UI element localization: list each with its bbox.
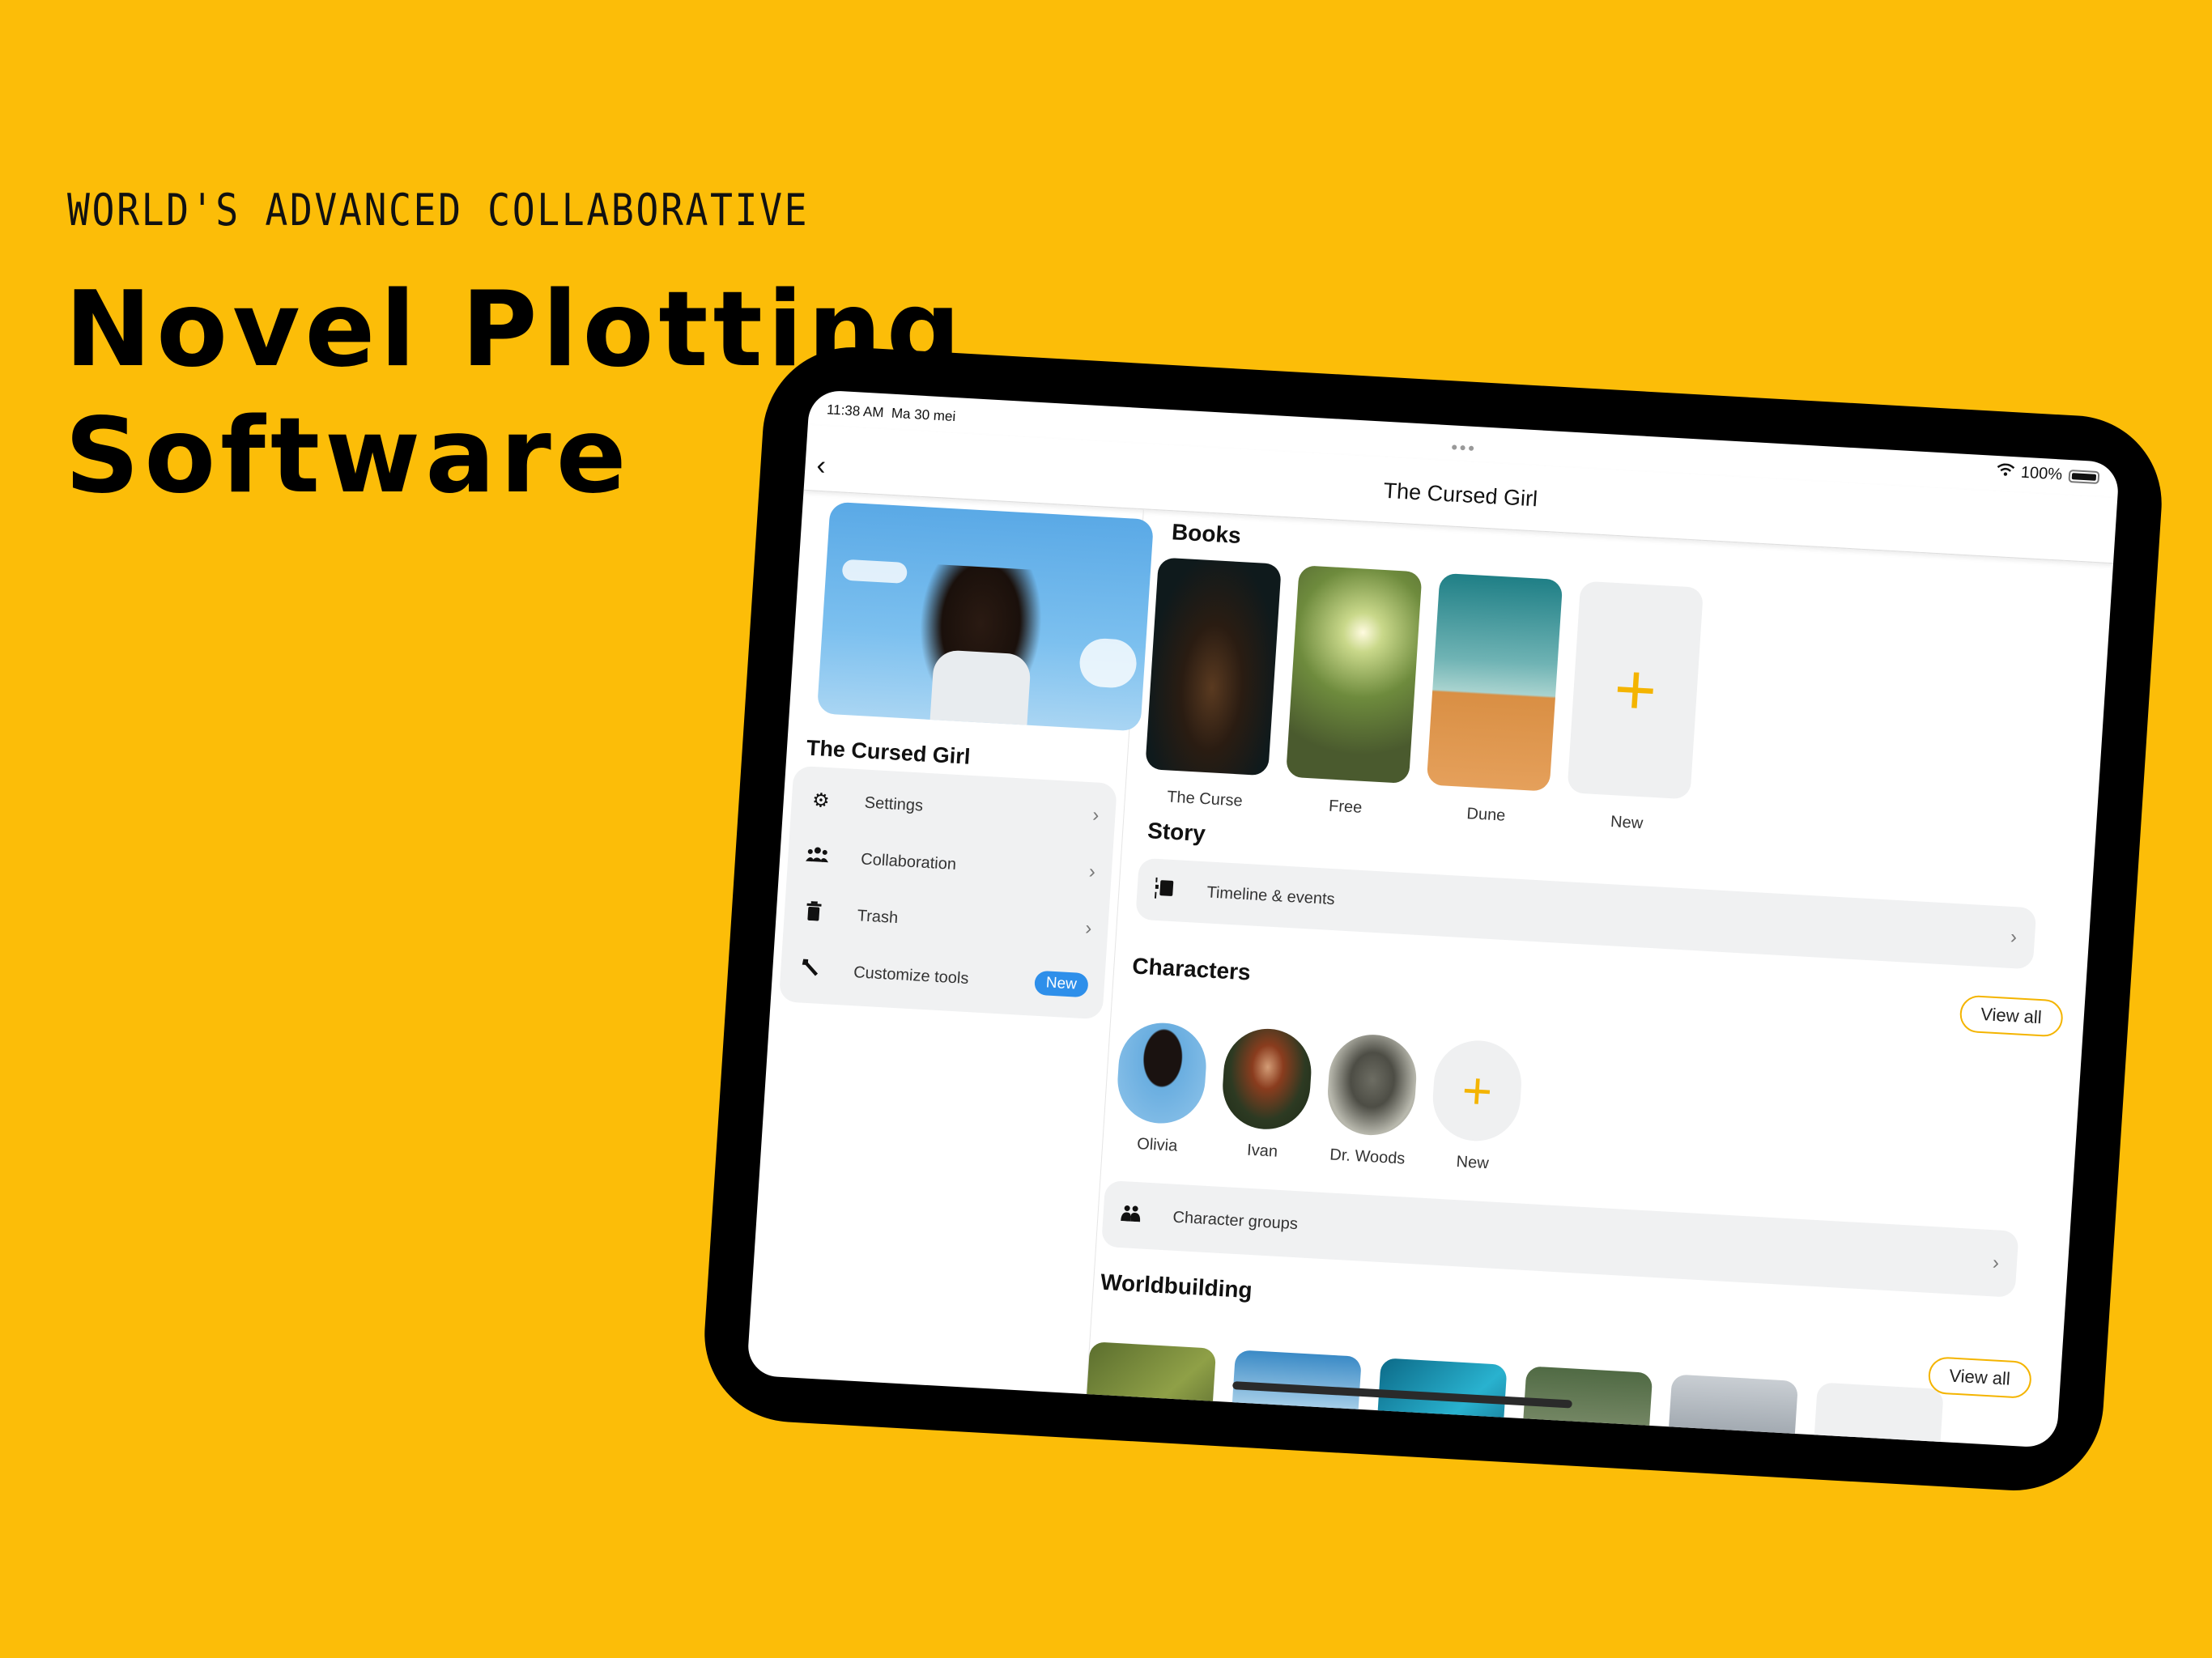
world-item[interactable] bbox=[1082, 1341, 1217, 1448]
books-title: Books bbox=[1171, 519, 1242, 548]
portrait-dress bbox=[929, 649, 1032, 732]
chevron-right-icon: › bbox=[2010, 925, 2018, 949]
chevron-right-icon: › bbox=[1084, 917, 1093, 940]
worldbuilding-title: Worldbuilding bbox=[1100, 1269, 1253, 1303]
time-text: 11:38 AM bbox=[826, 402, 885, 421]
world-item[interactable] bbox=[1227, 1350, 1362, 1448]
characters-list: Olivia Ivan Dr. Woods + New bbox=[1112, 1020, 1525, 1175]
world-item[interactable] bbox=[1663, 1374, 1799, 1448]
characters-view-all-button[interactable]: View all bbox=[1958, 994, 2065, 1038]
new-character-button[interactable]: + New bbox=[1427, 1038, 1525, 1175]
book-label: New bbox=[1610, 813, 1644, 833]
character-item[interactable]: Olivia bbox=[1112, 1020, 1210, 1158]
battery-icon bbox=[2068, 469, 2100, 484]
characters-title: Characters bbox=[1131, 953, 1252, 985]
sidebar: The Cursed Girl ⚙ Settings › Collaborati… bbox=[746, 490, 1155, 1395]
book-cover bbox=[1145, 557, 1282, 776]
new-badge: New bbox=[1033, 970, 1089, 998]
cloud-shape bbox=[1078, 637, 1138, 689]
book-cover bbox=[1285, 565, 1423, 784]
character-item[interactable]: Ivan bbox=[1217, 1026, 1314, 1163]
people-icon bbox=[804, 845, 832, 869]
chevron-right-icon: › bbox=[1992, 1252, 2000, 1274]
book-label: The Curse bbox=[1166, 788, 1244, 810]
character-name: Dr. Woods bbox=[1329, 1146, 1406, 1168]
sidebar-menu: ⚙ Settings › Collaboration › Trash › Cus… bbox=[778, 765, 1117, 1020]
main-content: Books The Curse Free Dune + New Story Ti… bbox=[1082, 509, 2113, 1448]
plus-icon: + bbox=[1460, 1061, 1495, 1121]
tablet-screen: 11:38 AM Ma 30 mei ●●● 100% ‹ The Cursed… bbox=[746, 389, 2121, 1448]
story-title: Story bbox=[1146, 818, 1206, 847]
group-icon bbox=[1121, 1205, 1142, 1226]
book-cover-new: + bbox=[1567, 580, 1704, 800]
battery-fill bbox=[2071, 472, 2097, 481]
world-item[interactable] bbox=[1518, 1366, 1653, 1448]
new-world-button[interactable]: + bbox=[1809, 1382, 1944, 1448]
chevron-right-icon: › bbox=[1091, 804, 1100, 827]
timeline-events-row[interactable]: Timeline & events › bbox=[1135, 857, 2037, 970]
wifi-icon bbox=[1996, 462, 2015, 482]
sidebar-item-label: Trash bbox=[857, 906, 899, 927]
character-name: Ivan bbox=[1246, 1141, 1278, 1161]
new-book-button[interactable]: + New bbox=[1565, 580, 1704, 836]
plus-icon: + bbox=[1611, 648, 1660, 732]
character-item[interactable]: Dr. Woods bbox=[1322, 1032, 1419, 1169]
worldbuilding-list: + bbox=[1082, 1341, 1944, 1448]
cloud-shape bbox=[841, 559, 908, 585]
book-label: Free bbox=[1328, 797, 1363, 817]
books-list: The Curse Free Dune + New bbox=[1142, 557, 1704, 835]
status-time: 11:38 AM Ma 30 mei bbox=[826, 402, 955, 425]
timeline-icon bbox=[1154, 877, 1176, 903]
battery-percent: 100% bbox=[2020, 463, 2063, 484]
sidebar-item-label: Settings bbox=[864, 793, 924, 815]
book-cover bbox=[1426, 572, 1563, 792]
eyebrow-text: WORLD'S ADVANCED COLLABORATIVE bbox=[67, 185, 810, 236]
tablet-device: 11:38 AM Ma 30 mei ●●● 100% ‹ The Cursed… bbox=[699, 342, 2167, 1495]
sidebar-item-label: Customize tools bbox=[853, 963, 970, 988]
avatar-new: + bbox=[1430, 1038, 1525, 1144]
trash-icon bbox=[800, 900, 827, 927]
chevron-right-icon: › bbox=[1088, 861, 1096, 883]
avatar bbox=[1325, 1032, 1419, 1137]
book-item[interactable]: Free bbox=[1283, 565, 1423, 820]
character-name: Olivia bbox=[1136, 1135, 1178, 1155]
gear-icon: ⚙ bbox=[811, 789, 831, 812]
avatar bbox=[1115, 1020, 1209, 1126]
book-item[interactable]: The Curse bbox=[1142, 557, 1282, 812]
row-label: Character groups bbox=[1172, 1208, 1299, 1233]
wrench-icon bbox=[796, 957, 823, 984]
row-label: Timeline & events bbox=[1206, 882, 1336, 908]
character-name: New bbox=[1455, 1153, 1490, 1173]
project-cover-image[interactable] bbox=[816, 501, 1155, 732]
book-label: Dune bbox=[1465, 805, 1507, 825]
project-title: The Cursed Girl bbox=[806, 735, 972, 769]
book-item[interactable]: Dune bbox=[1424, 572, 1563, 828]
sidebar-item-label: Collaboration bbox=[860, 849, 957, 874]
ellipsis-icon[interactable]: ●●● bbox=[1451, 440, 1477, 454]
status-right: 100% bbox=[1996, 462, 2100, 487]
avatar bbox=[1219, 1026, 1314, 1132]
date-text: Ma 30 mei bbox=[891, 405, 956, 425]
